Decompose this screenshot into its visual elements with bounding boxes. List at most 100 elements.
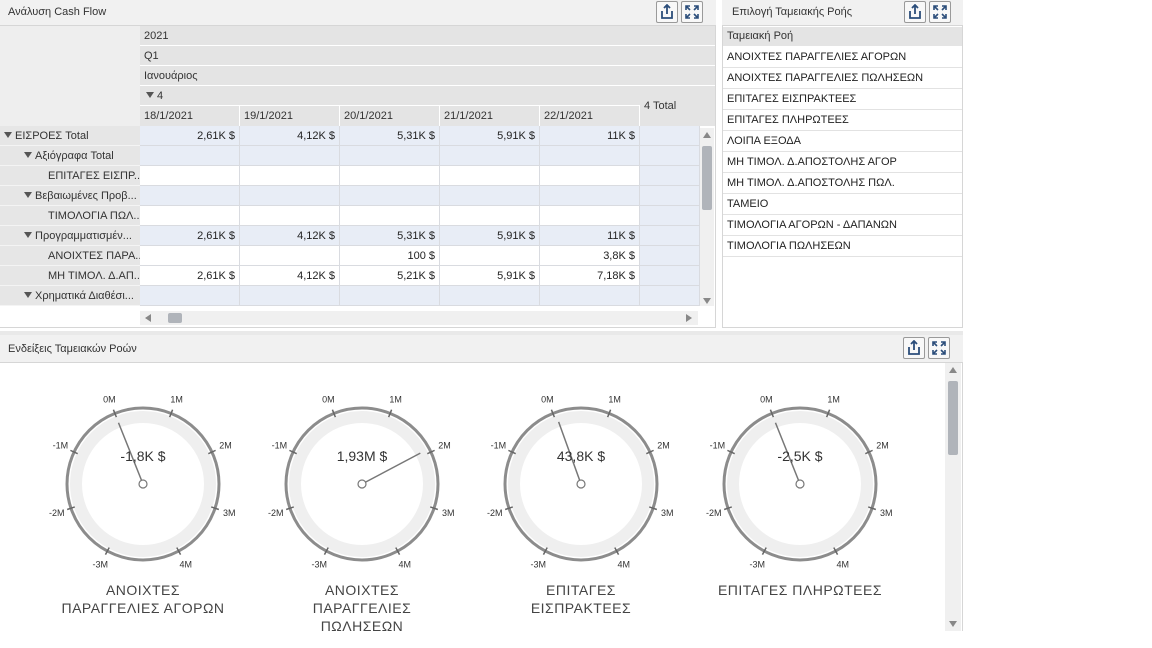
pivot-week-header[interactable]: 4 — [140, 86, 640, 106]
pivot-cell[interactable] — [140, 206, 240, 226]
pivot-cell[interactable] — [240, 286, 340, 306]
scroll-thumb[interactable] — [702, 146, 712, 210]
pivot-cell[interactable] — [240, 246, 340, 266]
pivot-total-cell[interactable] — [640, 166, 700, 186]
pivot-total-cell[interactable] — [640, 286, 700, 306]
pivot-cell[interactable] — [540, 206, 640, 226]
pivot-cell[interactable]: 7,18K $ — [540, 266, 640, 286]
pivot-cell[interactable]: 100 $ — [340, 246, 440, 266]
pivot-cell[interactable] — [140, 286, 240, 306]
pivot-cell[interactable] — [340, 206, 440, 226]
hscroll-thumb[interactable] — [168, 313, 182, 323]
pivot-cell[interactable] — [140, 146, 240, 166]
pivot-cell[interactable] — [440, 166, 540, 186]
pivot-cell[interactable] — [440, 246, 540, 266]
pivot-horizontal-scrollbar[interactable] — [140, 311, 698, 325]
pivot-cell[interactable]: 5,91K $ — [440, 266, 540, 286]
collapse-arrow-icon[interactable] — [24, 232, 32, 239]
pivot-year-header[interactable]: 2021 — [140, 26, 715, 46]
cashflow-list-item[interactable]: ΑΝΟΙΧΤΕΣ ΠΑΡΑΓΓΕΛΙΕΣ ΑΓΟΡΩΝ — [723, 47, 962, 68]
scroll-thumb[interactable] — [948, 381, 958, 455]
gauges-vertical-scrollbar[interactable] — [945, 363, 961, 631]
pivot-row-header[interactable]: Αξιόγραφα Total — [0, 146, 140, 166]
pivot-cell[interactable] — [540, 166, 640, 186]
scroll-left-arrow-icon[interactable] — [145, 314, 151, 322]
pivot-cell[interactable]: 2,61K $ — [140, 226, 240, 246]
collapse-arrow-icon[interactable] — [24, 192, 32, 199]
pivot-cell[interactable] — [240, 146, 340, 166]
pivot-total-cell[interactable] — [640, 146, 700, 166]
collapse-arrow-icon[interactable] — [24, 152, 32, 159]
pivot-cell[interactable] — [340, 286, 440, 306]
cashflow-list-item[interactable]: ΛΟΙΠΑ ΕΞΟΔΑ — [723, 131, 962, 152]
pivot-total-cell[interactable] — [640, 126, 700, 146]
pivot-cell[interactable]: 4,12K $ — [240, 226, 340, 246]
pivot-cell[interactable] — [340, 166, 440, 186]
pivot-cell[interactable]: 2,61K $ — [140, 126, 240, 146]
pivot-row-header[interactable]: ΕΙΣΡΟΕΣ Total — [0, 126, 140, 146]
selection-list-column-header[interactable]: Ταμειακή Ροή — [723, 27, 962, 46]
fullscreen-button[interactable] — [928, 337, 950, 359]
cashflow-list-item[interactable]: ΤΙΜΟΛΟΓΙΑ ΠΩΛΗΣΕΩΝ — [723, 236, 962, 257]
pivot-cell[interactable]: 5,31K $ — [340, 126, 440, 146]
pivot-row-header[interactable]: Βεβαιωμένες Προβ... — [0, 186, 140, 206]
pivot-cell[interactable] — [540, 146, 640, 166]
cashflow-list-item[interactable]: ΜΗ ΤΙΜΟΛ. Δ.ΑΠΟΣΤΟΛΗΣ ΑΓΟΡ — [723, 152, 962, 173]
pivot-date-header[interactable]: 19/1/2021 — [240, 106, 340, 126]
pivot-cell[interactable] — [140, 166, 240, 186]
cashflow-list-item[interactable]: ΤΑΜΕΙΟ — [723, 194, 962, 215]
collapse-arrow-icon[interactable] — [146, 92, 154, 99]
pivot-cell[interactable]: 3,8K $ — [540, 246, 640, 266]
fullscreen-button[interactable] — [929, 1, 951, 23]
pivot-cell[interactable]: 4,12K $ — [240, 126, 340, 146]
scroll-down-arrow-icon[interactable] — [703, 298, 711, 304]
fullscreen-button[interactable] — [681, 1, 703, 23]
pivot-cell[interactable] — [140, 186, 240, 206]
pivot-row-header[interactable]: ΑΝΟΙΧΤΕΣ ΠΑΡΑ... — [0, 246, 140, 266]
pivot-cell[interactable] — [140, 246, 240, 266]
pivot-quarter-header[interactable]: Q1 — [140, 46, 715, 66]
pivot-cell[interactable] — [240, 166, 340, 186]
pivot-cell[interactable]: 11K $ — [540, 226, 640, 246]
pivot-cell[interactable] — [540, 186, 640, 206]
pivot-total-cell[interactable] — [640, 246, 700, 266]
cashflow-list-item[interactable]: ΕΠΙΤΑΓΕΣ ΠΛΗΡΩΤΕΕΣ — [723, 110, 962, 131]
pivot-cell[interactable]: 5,91K $ — [440, 126, 540, 146]
pivot-date-header[interactable]: 20/1/2021 — [340, 106, 440, 126]
pivot-cell[interactable]: 5,31K $ — [340, 226, 440, 246]
pivot-cell[interactable] — [340, 146, 440, 166]
pivot-total-cell[interactable] — [640, 186, 700, 206]
pivot-cell[interactable]: 4,12K $ — [240, 266, 340, 286]
pivot-date-header[interactable]: 21/1/2021 — [440, 106, 540, 126]
pivot-row-header[interactable]: ΕΠΙΤΑΓΕΣ ΕΙΣΠΡ... — [0, 166, 140, 186]
pivot-cell[interactable]: 5,21K $ — [340, 266, 440, 286]
pivot-cell[interactable]: 5,91K $ — [440, 226, 540, 246]
scroll-up-arrow-icon[interactable] — [703, 132, 711, 138]
pivot-cell[interactable] — [540, 286, 640, 306]
pivot-total-cell[interactable] — [640, 206, 700, 226]
pivot-vertical-scrollbar[interactable] — [700, 128, 714, 306]
pivot-cell[interactable]: 11K $ — [540, 126, 640, 146]
pivot-date-header[interactable]: 18/1/2021 — [140, 106, 240, 126]
scroll-down-arrow-icon[interactable] — [949, 621, 957, 627]
pivot-cell[interactable] — [240, 206, 340, 226]
scroll-up-arrow-icon[interactable] — [949, 367, 957, 373]
scroll-right-arrow-icon[interactable] — [686, 314, 692, 322]
export-button[interactable] — [903, 337, 925, 359]
pivot-week-total-header[interactable]: 4 Total — [640, 86, 715, 126]
pivot-month-header[interactable]: Ιανουάριος — [140, 66, 715, 86]
collapse-arrow-icon[interactable] — [4, 132, 12, 139]
pivot-row-header[interactable]: Χρηματικά Διαθέσι... — [0, 286, 140, 306]
export-button[interactable] — [904, 1, 926, 23]
pivot-cell[interactable]: 2,61K $ — [140, 266, 240, 286]
export-button[interactable] — [656, 1, 678, 23]
collapse-arrow-icon[interactable] — [24, 292, 32, 299]
pivot-total-cell[interactable] — [640, 226, 700, 246]
cashflow-list-item[interactable]: ΤΙΜΟΛΟΓΙΑ ΑΓΟΡΩΝ - ΔΑΠΑΝΩΝ — [723, 215, 962, 236]
pivot-total-cell[interactable] — [640, 266, 700, 286]
pivot-row-header[interactable]: Προγραμματισμέν... — [0, 226, 140, 246]
cashflow-list-item[interactable]: ΑΝΟΙΧΤΕΣ ΠΑΡΑΓΓΕΛΙΕΣ ΠΩΛΗΣΕΩΝ — [723, 68, 962, 89]
pivot-date-header[interactable]: 22/1/2021 — [540, 106, 640, 126]
pivot-cell[interactable] — [440, 206, 540, 226]
pivot-cell[interactable] — [240, 186, 340, 206]
